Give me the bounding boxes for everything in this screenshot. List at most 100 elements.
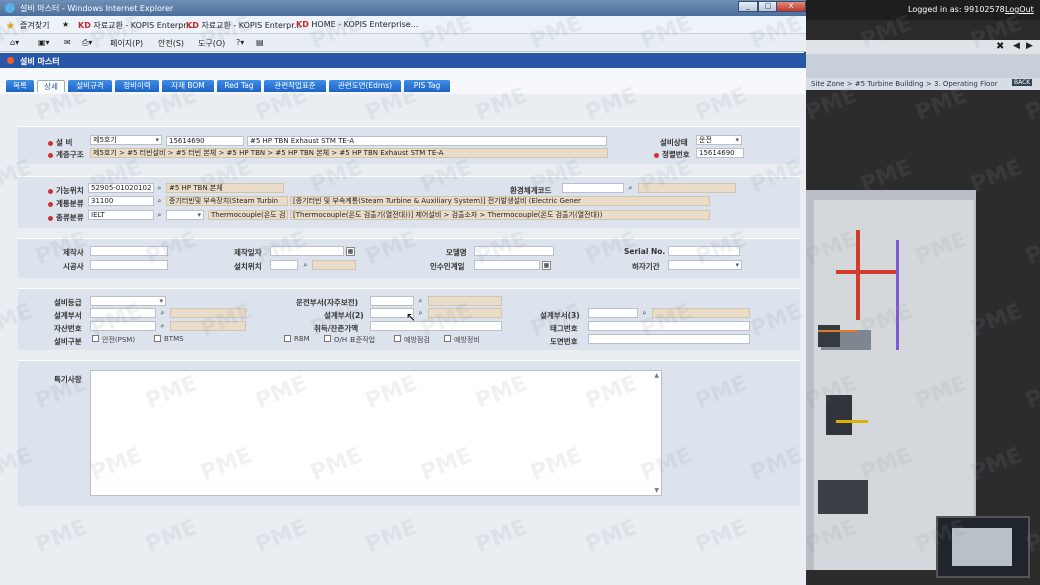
required-icon [48,188,53,194]
grade-label: 설비등급 [54,298,82,307]
required-icon [48,201,53,207]
search-icon[interactable]: ⌕ [158,309,167,318]
search-icon[interactable]: ⌕ [158,322,167,331]
orange-line [818,330,858,332]
search-icon[interactable]: ⌕ [155,211,164,220]
warranty-select[interactable] [668,260,742,270]
status-label: 설비상태 [660,138,688,147]
tab-spec[interactable]: 설비규격 [68,80,112,92]
print-icon[interactable]: ⎙▾ [82,38,92,48]
mail-icon[interactable]: ✉ [64,38,71,47]
notes-label: 특기사항 [54,375,82,384]
control-no-input[interactable]: 15614690 [696,148,744,158]
design-dept-input[interactable] [90,308,156,318]
checkbox-btms[interactable] [154,335,161,342]
serial-label: Serial No. [624,247,666,256]
fav-link-2[interactable]: KD 자료교환 - KOPIS Enterpr... [186,20,301,31]
window-title: 설비 마스터 - Windows Internet Explorer [20,4,174,13]
prev-icon[interactable]: ◀ [1013,41,1020,51]
acq-value-label: 취득/잔존가액 [314,324,359,333]
search-icon[interactable]: ⌕ [301,261,310,270]
design-dept2-name [428,308,502,318]
serial-input[interactable] [668,246,740,256]
maximize-button[interactable]: □ [758,1,778,12]
drawing-no-input[interactable] [588,334,750,344]
checkbox-rbm[interactable] [284,335,291,342]
page-menu[interactable]: 페이지(P) [110,38,143,49]
type-select[interactable] [166,210,204,220]
notes-textarea[interactable]: ▲ ▼ [90,370,662,496]
minimap[interactable] [936,516,1030,578]
tools-menu[interactable]: 도구(O) [198,38,225,49]
tab-work-standard[interactable]: 관련작업표준 [264,80,326,92]
research-icon[interactable]: ▤ [256,38,264,47]
tab-list[interactable]: 목록 [6,80,34,92]
search-icon[interactable]: ⌕ [416,309,425,318]
operate-dept-input[interactable] [370,296,414,306]
help-icon[interactable]: ?▾ [236,38,244,47]
type-class-label: 종류분류 [48,212,84,223]
search-icon[interactable]: ⌕ [155,197,164,206]
close-button[interactable]: X [776,1,806,12]
fav-link-1[interactable]: KD 자료교환 - KOPIS Enterpr... [78,20,193,31]
function-code-input[interactable]: 52905-01020102 [88,183,154,193]
home-icon[interactable]: ⌂▾ [10,38,19,47]
back-button[interactable]: BACK [1012,79,1033,86]
minimize-button[interactable]: _ [738,1,758,12]
checkbox-oh[interactable] [324,335,331,342]
tab-detail[interactable]: 상세 [37,80,65,92]
model-input[interactable] [474,246,554,256]
checkbox-inspection[interactable] [394,335,401,342]
acq-value-input[interactable] [370,321,502,331]
search-icon[interactable]: ⌕ [416,297,425,306]
asset-no-label: 자산번호 [54,324,82,333]
tab-history[interactable]: 정비이력 [115,80,159,92]
page-header: 설비 마스터 [0,53,806,68]
checkbox-psm[interactable] [92,335,99,342]
type-code-input[interactable]: IELT [88,210,154,220]
floor-plan [814,200,974,570]
env-code-input[interactable] [562,183,624,193]
next-icon[interactable]: ▶ [1026,41,1033,51]
search-icon[interactable]: ⌕ [626,184,635,193]
background-topbar: Logged in as: 99102578 LogOut [806,0,1040,20]
add-favorite-icon[interactable]: ★ [62,20,69,29]
system-code-input[interactable]: 31100 [88,196,154,206]
feeds-icon[interactable]: ▣▾ [38,38,50,47]
tab-pis[interactable]: PIS Tag [404,80,450,92]
make-date-input[interactable] [270,246,344,256]
tab-drawings[interactable]: 관련도면(Edms) [329,80,401,92]
contractor-input[interactable] [90,260,168,270]
checkbox-maintenance[interactable] [444,335,451,342]
grade-select[interactable] [90,296,166,306]
3d-model-viewport[interactable] [806,190,976,570]
scroll-up-icon[interactable]: ▲ [654,372,659,379]
search-icon[interactable]: ⌕ [155,184,164,193]
tag-no-label: 태그번호 [550,324,578,333]
install-location-label: 설치위치 [234,262,262,271]
scroll-down-icon[interactable]: ▼ [654,487,659,494]
equipment-name-input[interactable]: #5 HP TBN Exhaust STM TE-A [247,136,607,146]
breadcrumb-text[interactable]: Site Zone > #5 Turbine Building > 3. Ope… [811,80,997,88]
calendar-icon[interactable]: ▦ [346,247,355,256]
equipment-code-input[interactable]: 15614690 [166,136,244,146]
maker-input[interactable] [90,246,168,256]
close-icon[interactable]: ✖ [996,41,1004,52]
fav-link-3[interactable]: KD HOME - KOPIS Enterprise... [296,20,418,29]
unit-select[interactable]: 제5호기 [90,135,162,145]
tab-bom[interactable]: 자재 BOM [162,80,214,92]
install-location-input[interactable] [270,260,298,270]
status-select[interactable]: 운전 [696,135,742,145]
tag-no-input[interactable] [588,321,750,331]
asset-no-input[interactable] [90,321,156,331]
safety-menu[interactable]: 안전(S) [158,38,184,49]
search-icon[interactable]: ⌕ [640,309,649,318]
handover-date-input[interactable] [474,260,540,270]
favorites-button[interactable]: ★ 즐겨찾기 [6,20,49,32]
calendar-icon[interactable]: ▦ [542,261,551,270]
design-dept3-input[interactable] [588,308,638,318]
tab-redtag[interactable]: Red Tag [217,80,261,92]
logout-link[interactable]: LogOut [1005,5,1034,14]
background-toolbar: ✖ ◀ ▶ [806,40,1040,54]
warranty-label: 하자기간 [632,262,660,271]
